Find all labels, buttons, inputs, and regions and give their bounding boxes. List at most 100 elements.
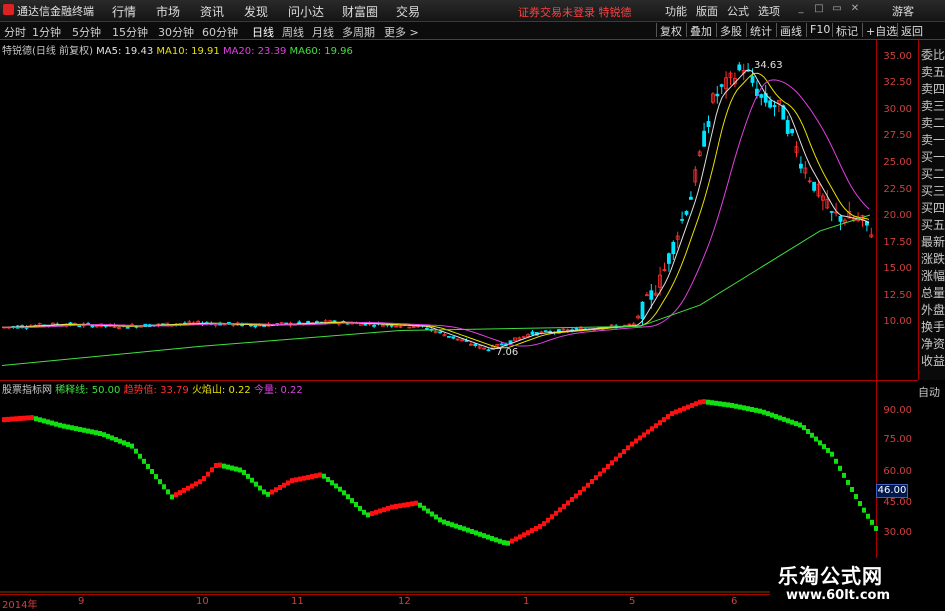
osc-block: [746, 406, 750, 412]
osc-block: [94, 430, 98, 436]
osc-block: [70, 425, 74, 431]
osc-block: [106, 433, 110, 439]
osc-block: [506, 540, 510, 546]
candle-body: [125, 326, 130, 329]
osc-block: [774, 414, 778, 420]
osc-block: [74, 426, 78, 432]
osc-block: [486, 534, 490, 540]
osc-block: [446, 520, 450, 526]
osc-block: [62, 423, 66, 429]
osc-block: [870, 519, 874, 525]
osc-block: [686, 404, 690, 410]
osc-block: [30, 415, 34, 421]
osc-block: [574, 493, 578, 499]
osc-block: [498, 538, 502, 544]
panel-label-16: 换手: [921, 320, 945, 334]
osc-block: [178, 490, 182, 496]
osc-block: [190, 483, 194, 489]
osc-block: [130, 443, 134, 449]
osc-block: [434, 514, 438, 520]
osc-block: [18, 416, 22, 422]
osc-block: [458, 524, 462, 530]
osc-block: [598, 471, 602, 477]
osc-block: [566, 500, 570, 506]
osc-block: [414, 500, 418, 506]
osc-block: [834, 458, 838, 464]
osc-block: [526, 530, 530, 536]
osc-block: [782, 416, 786, 422]
osc-block: [790, 419, 794, 425]
panel-label-4: 卖二: [921, 116, 945, 130]
osc-block: [690, 402, 694, 408]
auto-scale-toggle[interactable]: 自动: [918, 384, 945, 401]
osc-block: [562, 503, 566, 509]
osc-block: [354, 501, 358, 507]
osc-block: [806, 428, 810, 434]
osc-block: [462, 526, 466, 532]
osc-block: [570, 496, 574, 502]
osc-block: [166, 489, 170, 495]
osc-block: [818, 440, 822, 446]
candle-body: [77, 325, 82, 328]
osc-block: [266, 491, 270, 497]
candle-body: [446, 335, 451, 338]
osc-block: [358, 505, 362, 511]
osc-block: [90, 429, 94, 435]
candle-body: [486, 349, 491, 352]
candle-body: [790, 129, 794, 134]
osc-block: [706, 399, 710, 405]
osc-block: [426, 508, 430, 514]
osc-block: [590, 478, 594, 484]
panel-label-8: 买三: [921, 184, 945, 198]
candle-body: [667, 253, 671, 264]
osc-block: [794, 421, 798, 427]
panel-label-9: 买四: [921, 201, 945, 215]
date-tick: 11: [291, 596, 304, 607]
osc-block: [702, 399, 706, 405]
panel-label-5: 卖一: [921, 133, 945, 147]
osc-block: [862, 507, 866, 513]
osc-block: [142, 458, 146, 464]
osc-block: [214, 462, 218, 468]
candle-body: [759, 94, 764, 98]
osc-block: [34, 416, 38, 422]
osc-block: [418, 502, 422, 508]
osc-block: [146, 463, 150, 469]
osc-block: [682, 406, 686, 412]
osc-block: [134, 448, 138, 454]
osc-block: [326, 476, 330, 482]
osc-block: [54, 421, 58, 427]
osc-block: [710, 400, 714, 406]
osc-block: [290, 478, 294, 484]
ma20-line: [2, 79, 870, 347]
candle-body: [297, 321, 302, 324]
candle-body: [829, 211, 834, 213]
candle-body: [543, 330, 548, 333]
osc-block: [754, 407, 758, 413]
candle-body: [306, 321, 311, 324]
osc-block: [194, 481, 198, 487]
osc-block: [454, 523, 458, 529]
osc-block: [350, 498, 354, 504]
osc-block: [262, 489, 266, 495]
candle-body: [680, 219, 684, 221]
panel-label-10: 买五: [921, 218, 945, 232]
osc-block: [630, 441, 634, 447]
osc-block: [742, 405, 746, 411]
osc-block: [582, 486, 586, 492]
osc-block: [394, 503, 398, 509]
osc-block: [346, 494, 350, 500]
osc-block: [206, 471, 210, 477]
osc-block: [874, 525, 878, 531]
osc-block: [718, 401, 722, 407]
osc-block: [46, 419, 50, 425]
osc-block: [550, 514, 554, 520]
osc-block: [502, 540, 506, 546]
candle-body: [649, 290, 654, 300]
chart-canvas[interactable]: [0, 0, 918, 594]
date-tick: 1: [523, 596, 530, 607]
date-tick: 5: [629, 596, 636, 607]
ma10-line: [2, 72, 870, 349]
osc-block: [226, 464, 230, 470]
osc-block: [802, 425, 806, 431]
